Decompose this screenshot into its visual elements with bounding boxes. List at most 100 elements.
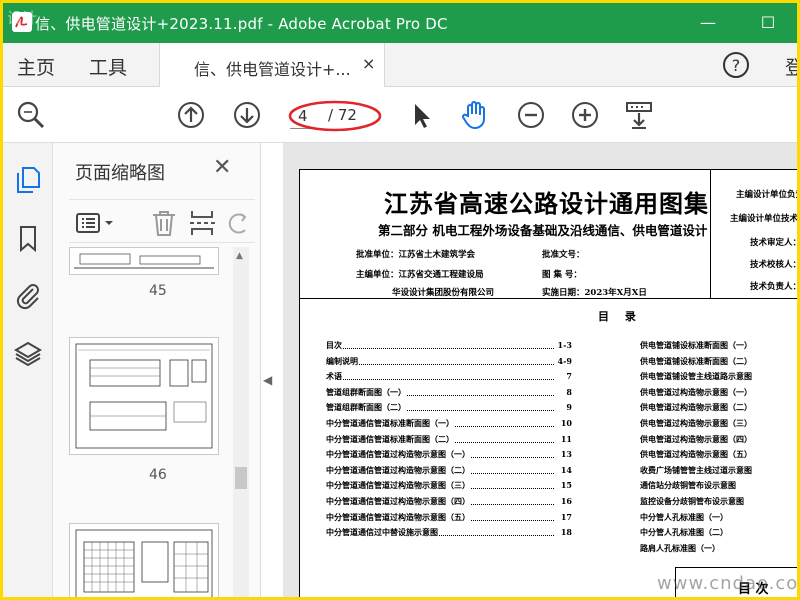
options-menu-icon[interactable] xyxy=(75,208,119,238)
toc-entry-title[interactable]: 收费广场铺管管主线过道示意图 xyxy=(640,465,752,476)
pdf-page: 江苏省高速公路设计通用图集 第二部分 机电工程外场设备基础及沿线通信、供电管道设… xyxy=(299,169,797,597)
help-icon[interactable]: ? xyxy=(721,50,751,80)
sign-in-button[interactable]: 登 xyxy=(785,53,797,80)
toc-entry-title[interactable]: 供电管道过构造物示意图（四） xyxy=(640,434,752,445)
tab-tools[interactable]: 工具 xyxy=(89,53,127,80)
toc-entry[interactable]: 管道组群断面图（二） 9 xyxy=(326,402,572,414)
maximize-button[interactable]: ☐ xyxy=(753,9,783,37)
toc-entry-page: 9 xyxy=(564,402,572,413)
toc-entry-page: 16 xyxy=(558,496,572,506)
toc-entry-title[interactable]: 监控设备分歧铜管布设示意图 xyxy=(640,496,744,507)
delete-page-icon[interactable] xyxy=(149,208,179,238)
toc-entry-page: 14 xyxy=(558,464,572,475)
toc-entry[interactable]: 编制说明 4-9 xyxy=(326,355,572,367)
toc-entry[interactable]: 管道组群断面图（一） 8 xyxy=(326,386,572,398)
toc-entry-title[interactable]: 供电管道过构造物示意图（二） xyxy=(640,402,752,413)
page-display-icon[interactable] xyxy=(623,99,655,131)
toc-entry-title[interactable]: 供电管道铺设管主线道路示意图 xyxy=(640,371,752,382)
toc-entry[interactable]: 中分管道通信过中替设施示意图 18 xyxy=(326,527,572,539)
layers-icon[interactable] xyxy=(13,339,43,369)
document-subtitle: 第二部分 机电工程外场设备基础及沿线通信、供电管道设计 xyxy=(378,223,708,238)
document-title: 江苏省高速公路设计通用图集 xyxy=(384,189,709,218)
toc-entry-title[interactable]: 供电管道铺设标准断面图（二） xyxy=(640,356,752,367)
toc-entry[interactable]: 目次 1-3 xyxy=(326,340,572,351)
toc-entry-title: 中分管道通信管道过构造物示意图（四） xyxy=(326,496,470,507)
tab-home[interactable]: 主页 xyxy=(17,53,55,80)
tab-close-icon[interactable]: × xyxy=(362,54,375,73)
site-watermark: www.cndao.com xyxy=(657,573,799,594)
svg-text:?: ? xyxy=(732,56,741,75)
thumbnail-page[interactable] xyxy=(69,523,219,597)
thumbnail-page[interactable] xyxy=(69,337,219,455)
thumbnail-drawing xyxy=(75,343,213,449)
thumbnail-page[interactable] xyxy=(69,247,219,275)
toc-entry-page: 4-9 xyxy=(555,355,572,366)
zoom-out-icon[interactable] xyxy=(515,99,547,131)
extract-page-icon[interactable] xyxy=(187,208,217,238)
minimize-button[interactable]: — xyxy=(693,9,723,37)
tab-bar: 主页 工具 信、供电管道设计+... × ? 登 xyxy=(3,43,797,87)
toc-entry-title: 中分管道通信管道过构造物示意图（一） xyxy=(326,449,470,461)
panel-toolbar xyxy=(69,199,255,243)
effective-date: 实施日期：2023年X月X日 xyxy=(542,288,647,298)
toc-entry-title: 中分管道通信管道过构造物示意图（五） xyxy=(326,511,470,523)
toc-entry-title[interactable]: 供电管道铺设标准断面图（一） xyxy=(640,340,752,351)
toc-entry[interactable]: 中分管道通信管道标准断面图（一） 10 xyxy=(326,418,572,429)
toc-entry[interactable]: 中分管道通信管道过构造物示意图（四） 16 xyxy=(326,496,572,507)
page-up-icon[interactable] xyxy=(175,99,207,131)
tab-document[interactable]: 信、供电管道设计+... × xyxy=(159,43,385,87)
header-divider xyxy=(300,298,797,299)
toc-entry[interactable]: 中分管道通信管道过构造物示意图（三） 15 xyxy=(326,480,572,492)
thumbnail-page-number: 46 xyxy=(149,467,167,483)
toc-entry[interactable]: 中分管道通信管道过构造物示意图（二） 14 xyxy=(326,464,572,476)
toc-entry-page: 18 xyxy=(558,527,572,538)
toc-entry-title: 中分管道通信管道标准断面图（一） xyxy=(326,418,454,429)
toc-leader-dots xyxy=(326,379,554,381)
toc-entry-title: 中分管道通信管道过构造物示意图（二） xyxy=(326,464,470,476)
toc-entry[interactable]: 中分管道通信管道过构造物示意图（一） 13 xyxy=(326,449,572,461)
right-label: 主编设计单位负责人： xyxy=(736,190,797,200)
panel-close-icon[interactable]: ✕ xyxy=(213,155,231,180)
thumbnail-drawing xyxy=(74,253,214,269)
navigation-rail xyxy=(3,143,53,597)
toc-entry-title[interactable]: 供电管道过构造物示意图（五） xyxy=(640,449,752,460)
toc-entry-title[interactable]: 通信站分歧铜管布设示意图 xyxy=(640,480,736,491)
toc-entry-page: 17 xyxy=(558,511,572,522)
thumbnail-panel: 页面缩略图 ✕ 45 46 ▲ xyxy=(53,143,261,597)
collapse-panel-icon[interactable]: ◀ xyxy=(263,373,272,387)
document-viewport[interactable]: 江苏省高速公路设计通用图集 第二部分 机电工程外场设备基础及沿线通信、供电管道设… xyxy=(283,143,797,597)
toc-entry-title[interactable]: 供电管道过构造物示意图（三） xyxy=(640,418,752,429)
company: 华设设计集团股份有限公司 xyxy=(392,288,495,298)
toc-entry-page: 10 xyxy=(558,418,572,428)
zoom-in-icon[interactable] xyxy=(569,99,601,131)
toc-entry-title[interactable]: 供电管道过构造物示意图（一） xyxy=(640,387,752,398)
toc-entry[interactable]: 中分管道通信管道过构造物示意图（五） 17 xyxy=(326,511,572,523)
toc-entry[interactable]: 中分管道通信管道标准断面图（二） 11 xyxy=(326,433,572,445)
search-zoom-icon[interactable] xyxy=(15,99,47,131)
toc-entry-page: 11 xyxy=(558,433,572,444)
scroll-up-icon[interactable]: ▲ xyxy=(236,251,243,261)
acrobat-window: 设计 信、供电管道设计+2023.11.pdf - Adobe Acrobat … xyxy=(0,0,800,600)
right-label: 技术校核人： xyxy=(750,260,797,270)
approval-unit: 批准单位：江苏省土木建筑学会 xyxy=(356,250,476,260)
approval-doc: 批准文号： xyxy=(542,250,585,260)
toc-entry-page: 8 xyxy=(564,386,572,397)
right-label: 技术审定人： xyxy=(750,238,797,248)
toc-leader-dots xyxy=(326,363,554,365)
title-bar: 设计 信、供电管道设计+2023.11.pdf - Adobe Acrobat … xyxy=(3,3,797,43)
editor-unit: 主编单位：江苏省交通工程建设局 xyxy=(356,270,484,280)
select-cursor-icon[interactable] xyxy=(405,99,437,131)
attachment-icon[interactable] xyxy=(13,281,43,311)
hand-tool-icon[interactable] xyxy=(459,99,491,131)
toc-entry-title[interactable]: 中分管人孔标准图（一） xyxy=(640,512,728,523)
page-down-icon[interactable] xyxy=(231,99,263,131)
page-thumbnails-icon[interactable] xyxy=(13,165,43,195)
rotate-page-icon[interactable] xyxy=(227,208,247,238)
toc-entry-title[interactable]: 路肩人孔标准图（一） xyxy=(640,543,720,554)
toc-entry-title: 中分管道通信管道过构造物示意图（三） xyxy=(326,480,470,492)
toc-entry-title[interactable]: 中分管人孔标准图（二） xyxy=(640,527,728,538)
scrollbar-thumb[interactable] xyxy=(235,467,247,489)
bookmark-icon[interactable] xyxy=(13,223,43,253)
toc-entry[interactable]: 术语 7 xyxy=(326,371,572,383)
thumbnail-scrollbar[interactable]: ▲ xyxy=(233,247,249,597)
